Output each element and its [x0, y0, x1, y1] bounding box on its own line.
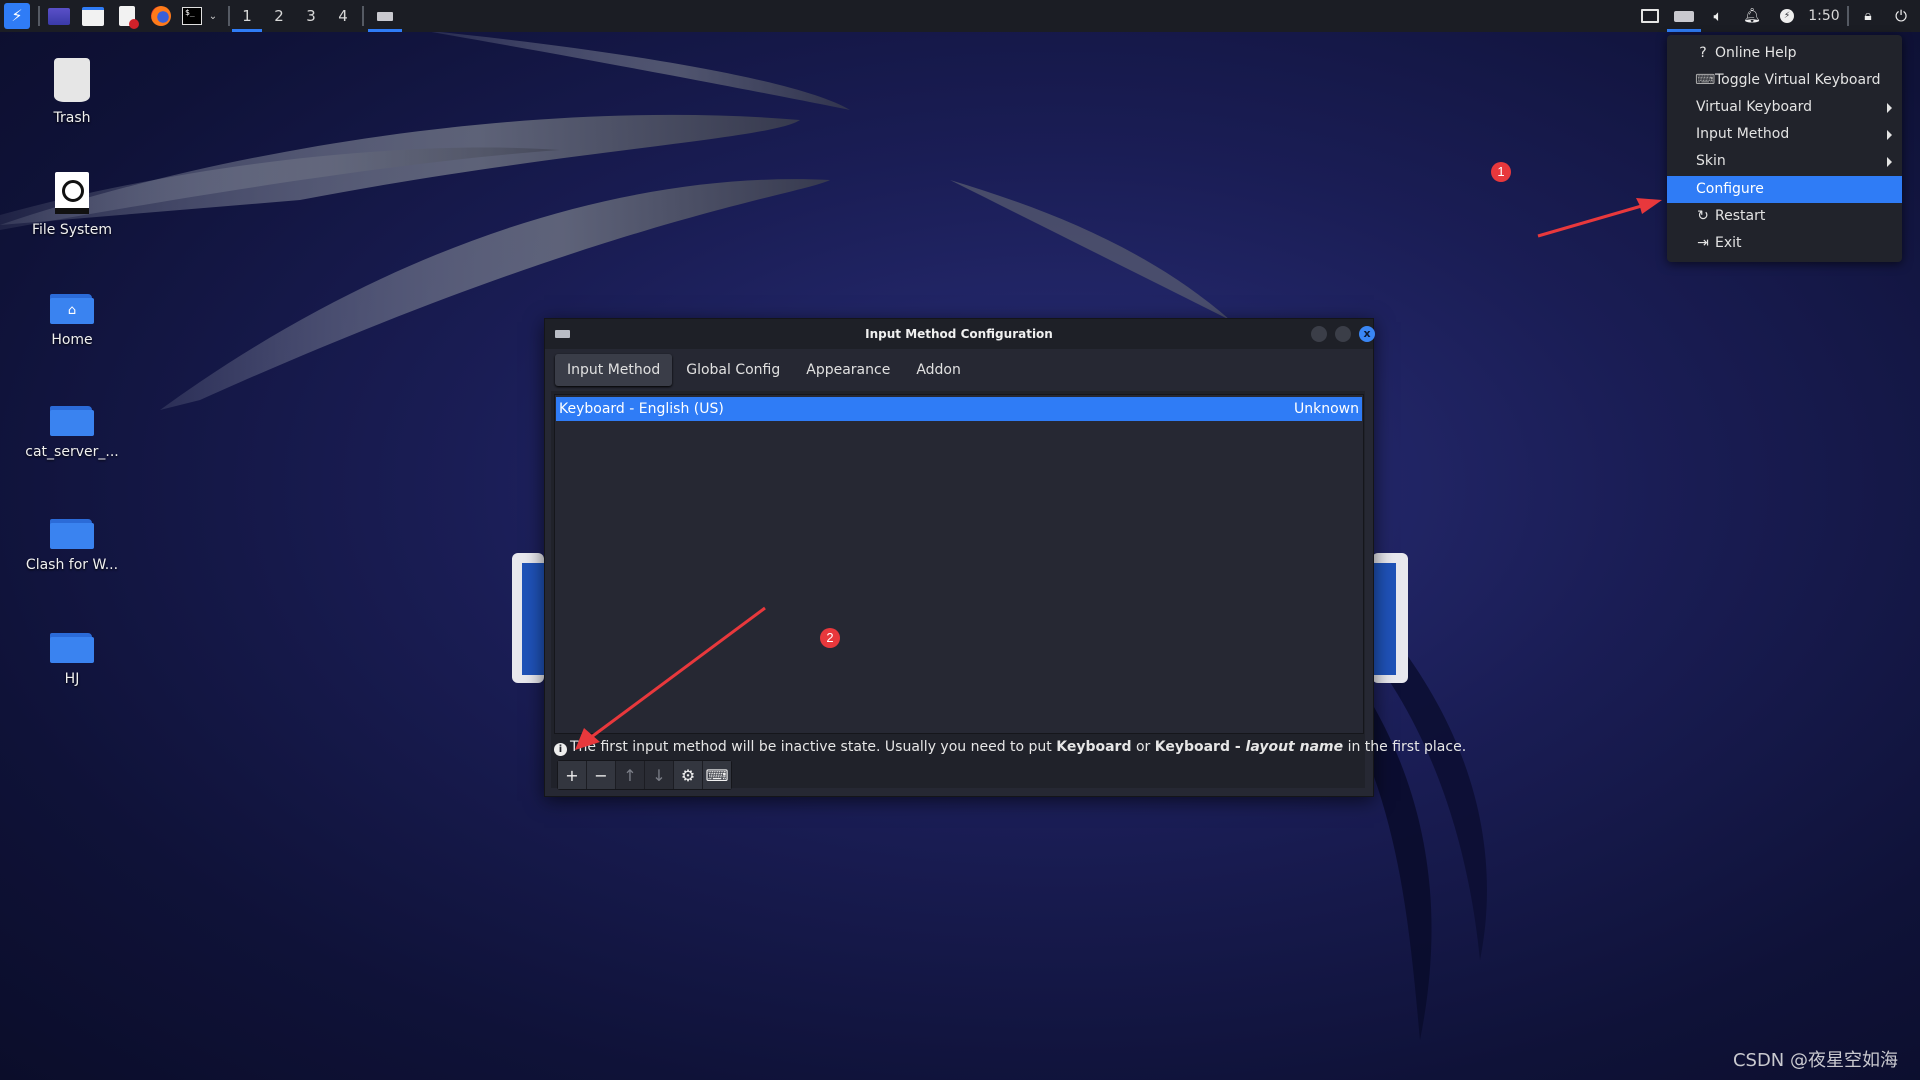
watermark: CSDN @夜星空如海 [1732, 1050, 1898, 1071]
annotation-arrow-1 [1537, 198, 1662, 238]
annotation-badge-1: 1 [1491, 162, 1511, 182]
annotation-arrow-2 [575, 606, 766, 750]
annotation-badge-2: 2 [820, 628, 840, 648]
annotation-layer [575, 198, 1662, 750]
